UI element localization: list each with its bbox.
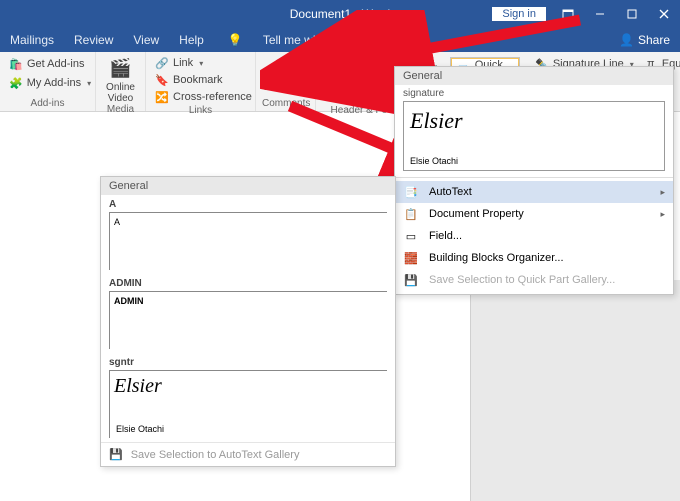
chevron-right-icon: ▸	[660, 187, 665, 198]
crossref-label: Cross-reference	[173, 91, 252, 103]
at-entry-admin-label: ADMIN	[101, 274, 395, 290]
at-entry-sgntr-preview[interactable]: Elsier Elsie Otachi	[109, 370, 387, 438]
title-bar: Document1 - Word Sign in	[0, 0, 680, 28]
document-page-edge	[470, 280, 680, 501]
link-button[interactable]: 🔗 Link ▾	[152, 55, 255, 71]
qp-savegal-item: 💾 Save Selection to Quick Part Gallery..…	[395, 269, 673, 291]
save-icon: 💾	[403, 272, 419, 288]
link-icon: 🔗	[155, 56, 169, 70]
bookmark-button[interactable]: 🔖 Bookmark	[152, 72, 255, 88]
share-button[interactable]: 👤 Share	[619, 33, 670, 47]
qp-docprop-item[interactable]: 📋 Document Property ▸	[395, 203, 673, 225]
chevron-right-icon: ▸	[660, 209, 665, 220]
qp-autotext-label: AutoText	[429, 186, 472, 198]
qp-entry-preview[interactable]: Elsier Elsie Otachi	[403, 101, 665, 171]
tab-mailings[interactable]: Mailings	[10, 33, 54, 47]
tab-view[interactable]: View	[133, 33, 159, 47]
qp-field-label: Field...	[429, 230, 462, 242]
autotext-icon: 📑	[403, 184, 419, 200]
video-icon: 🎬	[109, 56, 133, 80]
save-icon: 💾	[109, 448, 123, 461]
quick-parts-dropdown: General signature Elsier Elsie Otachi 📑 …	[394, 66, 674, 295]
qp-entry-name: signature	[395, 85, 673, 99]
crossref-icon: 🔀	[155, 90, 169, 104]
tell-me-input[interactable]: Tell me what you want to do	[263, 33, 411, 47]
qp-bborg-label: Building Blocks Organizer...	[429, 252, 564, 264]
chevron-down-icon: ▾	[199, 59, 203, 68]
at-entry-a-label: A	[101, 195, 395, 211]
tab-review[interactable]: Review	[74, 33, 113, 47]
header-icon	[325, 56, 339, 70]
group-label-comments: Comments	[262, 98, 309, 111]
at-entry-sgntr-label: sgntr	[101, 353, 395, 369]
at-admin-text: ADMIN	[114, 296, 144, 306]
group-label-links: Links	[152, 105, 249, 118]
comment-label: Comment	[262, 82, 305, 93]
header-label: Header	[343, 57, 379, 69]
qp-menu: 📑 AutoText ▸ 📋 Document Property ▸ ▭ Fie…	[395, 178, 673, 294]
lightbulb-icon: 💡	[228, 33, 243, 47]
qp-savegal-label: Save Selection to Quick Part Gallery...	[429, 274, 615, 286]
crossref-button[interactable]: 🔀 Cross-reference	[152, 89, 255, 105]
at-save-label: Save Selection to AutoText Gallery	[131, 449, 300, 461]
ribbon-tabs: Mailings Review View Help 💡 Tell me what…	[0, 28, 680, 52]
bookmark-label: Bookmark	[173, 74, 223, 86]
online-video-button[interactable]: 🎬 Online Video	[102, 54, 139, 104]
maximize-icon[interactable]	[616, 0, 648, 28]
my-addins-button[interactable]: 🧩 My Add-ins ▾	[6, 75, 89, 91]
docprop-icon: 📋	[403, 206, 419, 222]
bookmark-icon: 🔖	[155, 73, 169, 87]
signature-name: Elsie Otachi	[410, 156, 458, 166]
chevron-down-icon: ▾	[381, 76, 385, 85]
comment-icon: 💬	[272, 56, 296, 80]
qp-bborg-item[interactable]: 🧱 Building Blocks Organizer...	[395, 247, 673, 269]
field-icon: ▭	[403, 228, 419, 244]
link-label: Link	[173, 57, 193, 69]
pagenum-icon: #	[325, 90, 339, 104]
get-addins-button[interactable]: 🛍️ Get Add-ins	[6, 56, 89, 72]
footer-label: Footer	[343, 74, 375, 86]
at-entry-a-preview[interactable]: A	[109, 212, 387, 270]
online-video-label: Online Video	[106, 82, 135, 104]
at-a-text: A	[114, 217, 120, 227]
tab-help[interactable]: Help	[179, 33, 204, 47]
sign-in-button[interactable]: Sign in	[492, 7, 546, 21]
at-entry-admin-preview[interactable]: ADMIN	[109, 291, 387, 349]
signature-script: Elsier	[410, 108, 658, 134]
building-blocks-icon: 🧱	[403, 250, 419, 266]
store-icon: 🛍️	[9, 57, 23, 71]
addins-icon: 🧩	[9, 76, 23, 90]
at-category-header: General	[101, 177, 395, 195]
qp-field-item[interactable]: ▭ Field...	[395, 225, 673, 247]
group-label-addins: Add-ins	[6, 98, 89, 111]
at-signature-name: Elsie Otachi	[116, 424, 164, 434]
qp-docprop-label: Document Property	[429, 208, 524, 220]
at-save-gallery-item: 💾 Save Selection to AutoText Gallery	[101, 442, 395, 466]
share-icon: 👤	[619, 33, 634, 47]
comment-button[interactable]: 💬 Comment	[262, 54, 306, 98]
chevron-down-icon: ▾	[87, 79, 91, 88]
close-icon[interactable]	[648, 0, 680, 28]
chevron-down-icon: ▾	[385, 59, 389, 68]
group-label-media: Media	[102, 104, 139, 117]
get-addins-label: Get Add-ins	[27, 58, 84, 70]
my-addins-label: My Add-ins	[27, 77, 81, 89]
share-label: Share	[638, 33, 670, 47]
footer-icon	[325, 73, 339, 87]
qp-category-header: General	[395, 67, 673, 85]
minimize-icon[interactable]	[584, 0, 616, 28]
qp-autotext-item[interactable]: 📑 AutoText ▸	[395, 181, 673, 203]
ribbon-display-options-icon[interactable]	[552, 0, 584, 28]
at-signature-script: Elsier	[114, 375, 383, 398]
autotext-submenu: General A A ADMIN ADMIN sgntr Elsier Els…	[100, 176, 396, 467]
